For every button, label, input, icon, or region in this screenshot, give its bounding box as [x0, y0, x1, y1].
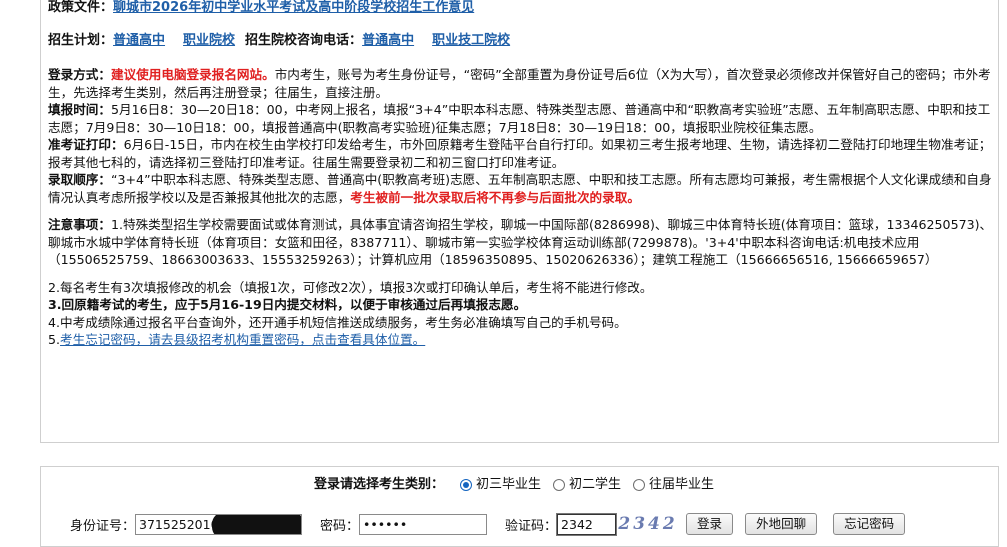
notes-label: 注意事项：: [48, 217, 111, 232]
note-5-prefix: 5.: [48, 332, 61, 347]
ticket-paragraph: 准考证打印：6月6日-15日，市内在校生由学校打印发给考生，市外回原籍考生登陆平…: [48, 136, 994, 171]
login-button[interactable]: 登录: [686, 513, 734, 535]
login-method-label: 登录方式：: [48, 67, 111, 82]
password-value: ••••••: [363, 516, 408, 532]
radio-grade9-label[interactable]: 初三毕业生: [476, 474, 541, 496]
consult-label: 招生院校咨询电话：: [245, 33, 363, 48]
note-5: 5.考生忘记密码，请去县级招考机构重置密码，点击查看具体位置。: [48, 331, 994, 349]
captcha-input[interactable]: 2342: [556, 512, 618, 536]
policy-label: 政策文件：: [48, 0, 114, 15]
plan-link-vocational[interactable]: 职业院校: [183, 33, 235, 48]
order-label: 录取顺序：: [48, 172, 111, 187]
login-form-row: 身份证号： 3715252010 密码： •••••• 验证码： 2342 23…: [70, 511, 917, 537]
note-1: 注意事项：1.特殊类型招生学校需要面试或体育测试，具体事宜请咨询招生学校，聊城一…: [48, 216, 994, 269]
policy-link[interactable]: 聊城市2026年初中学业水平考试及高中阶段学校招生工作意见: [113, 0, 474, 15]
forgot-password-info-link[interactable]: 考生忘记密码，请去县级招考机构重置密码，点击查看具体位置。: [60, 332, 425, 347]
id-number-input[interactable]: 3715252010: [135, 513, 303, 535]
plan-line: 招生计划：普通高中 职业院校 招生院校咨询电话：普通高中 职业技工院校: [48, 32, 510, 50]
plan-label: 招生计划：: [48, 33, 114, 48]
consult-link-technical[interactable]: 职业技工院校: [432, 33, 510, 48]
captcha-label: 验证码：: [505, 518, 558, 534]
fill-time-paragraph: 填报时间：5月16日8：30—20日18：00，中考网上报名，填报“3+4”中职…: [48, 101, 994, 136]
login-method-paragraph: 登录方式：建议使用电脑登录报名网站。市内考生，账号为考生身份证号，“密码”全部重…: [48, 66, 994, 101]
note-3-text: 3.回原籍考试的考生，应于5月16-19日内提交材料，以便于审核通过后再填报志愿…: [48, 297, 527, 312]
radio-previous-label[interactable]: 往届毕业生: [649, 474, 714, 496]
radio-grade9[interactable]: [460, 479, 473, 491]
notice-content: 登录方式：建议使用电脑登录报名网站。市内考生，账号为考生身份证号，“密码”全部重…: [48, 66, 994, 349]
consult-link-high-school[interactable]: 普通高中: [362, 33, 414, 48]
fill-time-label: 填报时间：: [48, 102, 111, 117]
login-method-highlight: 建议使用电脑登录报名网站。: [110, 67, 275, 82]
order-paragraph: 录取顺序：“3+4”中职本科志愿、特殊类型志愿、普通高中(职教高考班)志愿、五年…: [48, 171, 994, 206]
radio-grade8-label[interactable]: 初二学生: [569, 474, 621, 496]
note-2: 2.每名考生有3次填报修改的机会（填报1次，可修改2次），填报3次或打印确认单后…: [48, 279, 653, 295]
redaction-mask: [212, 514, 302, 534]
radio-grade8[interactable]: [553, 479, 566, 491]
ticket-text: 6月6日-15日，市内在校生由学校打印发给考生，市外回原籍考生登陆平台自行打印。…: [48, 137, 992, 170]
radio-previous[interactable]: [633, 479, 646, 491]
order-highlight: 考生被前一批次录取后将不再参与后面批次的录取。: [350, 189, 640, 205]
plan-link-high-school[interactable]: 普通高中: [113, 33, 165, 48]
note-1-text: 1.特殊类型招生学校需要面试或体育测试，具体事宜请咨询招生学校，聊城一中国际部(…: [48, 217, 993, 267]
captcha-image[interactable]: 2342: [618, 513, 676, 535]
password-label: 密码：: [320, 518, 360, 534]
outside-return-button[interactable]: 外地回聊: [745, 513, 818, 535]
forgot-password-button[interactable]: 忘记密码: [833, 513, 906, 535]
fill-time-text: 5月16日8：30—20日18：00，中考网上报名，填报“3+4”中职本科志愿、…: [48, 102, 991, 135]
candidate-type-label: 登录请选择考生类别：: [314, 477, 445, 492]
policy-line: 政策文件：聊城市2026年初中学业水平考试及高中阶段学校招生工作意见: [48, 0, 474, 17]
password-input[interactable]: ••••••: [359, 513, 488, 535]
captcha-input-value: 2342: [561, 516, 593, 532]
ticket-label: 准考证打印：: [48, 137, 124, 152]
id-label: 身份证号：: [70, 518, 136, 534]
note-3: 3.回原籍考试的考生，应于5月16-19日内提交材料，以便于审核通过后再填报志愿…: [48, 296, 994, 314]
note-4: 4.中考成绩除通过报名平台查询外，还开通手机短信推送成绩服务，考生务必准确填写自…: [48, 314, 627, 330]
id-number-value: 3715252010: [139, 516, 219, 532]
candidate-type-row: 登录请选择考生类别： 初三毕业生 初二学生 往届毕业生: [314, 474, 720, 496]
